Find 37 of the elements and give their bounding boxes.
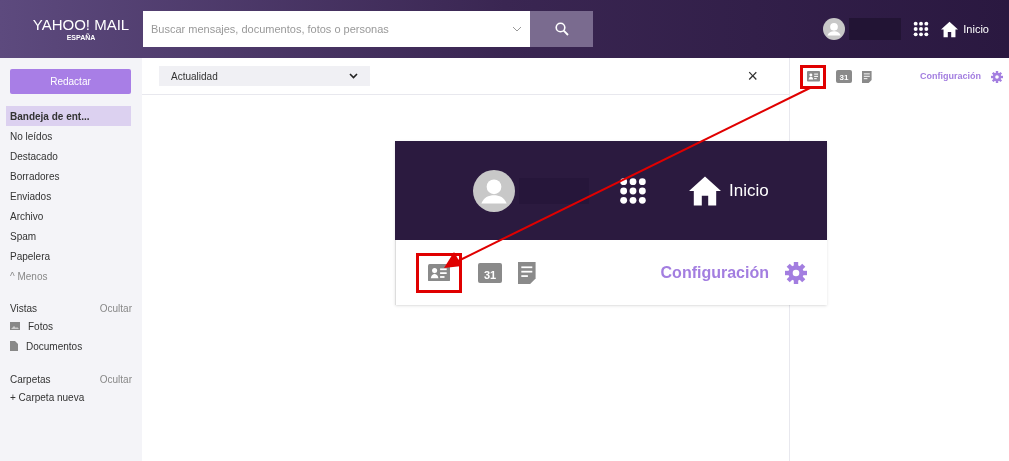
notepad-icon[interactable] (518, 261, 536, 284)
home-link[interactable]: Inicio (963, 20, 989, 38)
view-item[interactable]: Documentos (10, 336, 132, 356)
folder-item[interactable]: Papelera (6, 246, 131, 266)
chevron-down-icon (512, 26, 522, 32)
avatar-icon[interactable] (473, 169, 515, 212)
redacted-name (519, 177, 589, 204)
home-icon (941, 20, 959, 38)
new-folder-link[interactable]: + Carpeta nueva (10, 387, 132, 407)
chevron-down-icon (349, 73, 358, 79)
contact-card-icon[interactable] (428, 263, 450, 282)
logo: YAHOO! MAIL (32, 17, 130, 32)
folder-item[interactable]: Enviados (6, 186, 131, 206)
folder-item[interactable]: Archivo (6, 206, 131, 226)
settings-icon[interactable] (991, 70, 1003, 83)
folder-item[interactable]: Spam (6, 226, 131, 246)
folder-item[interactable]: Bandeja de ent... (6, 106, 131, 126)
folder-item[interactable]: Destacado (6, 146, 131, 166)
search-button[interactable] (530, 11, 593, 47)
contact-card-icon[interactable] (806, 71, 820, 82)
section-title: Vistas (10, 302, 38, 316)
home-link[interactable]: Inicio (729, 177, 769, 204)
notepad-icon[interactable] (862, 70, 872, 83)
filter-dropdown[interactable]: Actualidad (159, 66, 370, 86)
avatar-icon[interactable] (823, 18, 846, 40)
search-icon (554, 22, 569, 36)
close-button[interactable]: × (747, 67, 758, 85)
settings-icon[interactable] (785, 261, 807, 284)
document-icon (10, 341, 18, 351)
folder-item[interactable]: Borradores (6, 166, 131, 186)
home-icon (689, 174, 721, 207)
folder-item[interactable]: No leídos (6, 126, 131, 146)
apps-grid-icon[interactable] (913, 21, 930, 37)
view-item[interactable]: Fotos (10, 316, 132, 336)
photo-icon (10, 322, 20, 330)
apps-grid-icon[interactable] (619, 176, 647, 205)
section-title: Carpetas (10, 373, 51, 387)
